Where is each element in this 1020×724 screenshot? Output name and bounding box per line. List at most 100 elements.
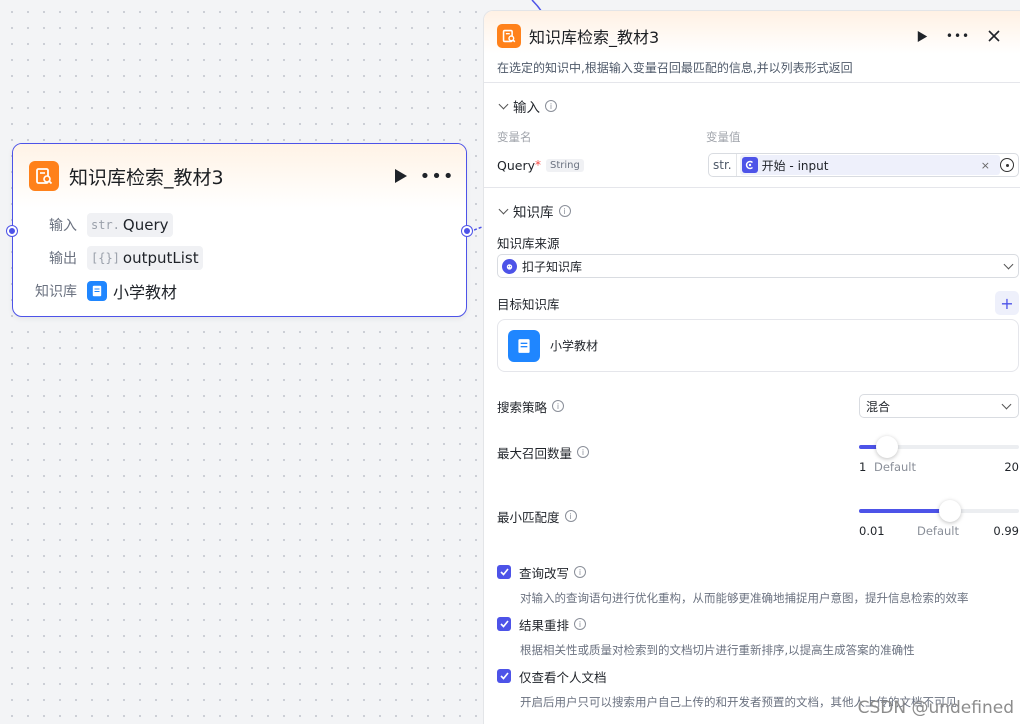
panel-close-button[interactable] (980, 23, 1008, 49)
knowledge-search-icon (29, 161, 59, 191)
param-name-text: Query (497, 157, 535, 173)
required-mark: * (535, 158, 541, 172)
option-label: 仅查看个人文档 (519, 669, 607, 685)
info-icon[interactable]: i (545, 100, 557, 112)
search-strategy-value: 混合 (866, 399, 891, 414)
input-param-row: Query * String str. 开始 - input × (497, 145, 1020, 185)
checkbox-checked-icon[interactable] (497, 617, 511, 631)
node-output-label: 输出 (49, 250, 77, 267)
max-recall-row: 最大召回数量 i 1 Default 20 (497, 430, 1019, 494)
min-match-label: 最小匹配度 (497, 509, 560, 525)
node-kb-value: 小学教材 (113, 282, 178, 302)
play-icon (395, 169, 407, 183)
clear-icon[interactable]: × (981, 159, 990, 172)
search-strategy-row: 搜索策略 i 混合 (497, 382, 1019, 430)
node-title: 知识库检索_教材3 (69, 166, 224, 189)
chevron-down-icon (1003, 259, 1014, 269)
kb-source-value: 扣子知识库 (522, 259, 583, 274)
info-icon[interactable]: i (552, 400, 565, 412)
info-icon[interactable]: i (574, 566, 587, 578)
document-icon (87, 280, 107, 301)
node-input-row: 输入 str. Query (13, 208, 466, 241)
chevron-down-icon[interactable] (498, 204, 509, 214)
kb-source-label: 知识库来源 (497, 235, 560, 251)
slider-max: 0.99 (993, 524, 1019, 538)
node-output-tag: [{}] outputList (87, 245, 203, 270)
target-kb-label: 目标知识库 (497, 296, 560, 312)
checkbox-checked-icon[interactable] (497, 669, 511, 683)
slider-thumb[interactable] (939, 500, 961, 522)
col-var-value: 变量值 (706, 130, 741, 144)
slider-fill (859, 509, 950, 513)
knowledge-section-header[interactable]: 知识库 i (497, 188, 1020, 234)
knowledge-section-title: 知识库 (513, 205, 554, 221)
panel-description: 在选定的知识中,根据输入变量召回最匹配的信息,并以列表形式返回 (497, 61, 853, 75)
target-kb-item[interactable]: 小学教材 (497, 319, 1019, 372)
chevron-down-icon[interactable] (498, 99, 509, 109)
input-section: 输入 i 变量名 变量值 Query * String str. 开始 - in… (484, 83, 1020, 188)
slider-default-label: Default (873, 460, 917, 474)
plus-icon: + (1000, 293, 1014, 313)
option-query-rewrite[interactable]: 查询改写 i (497, 560, 1020, 584)
slider-default-label: Default (916, 524, 960, 538)
more-options-button[interactable]: ••• (420, 163, 454, 189)
knowledge-section: 知识库 i 知识库来源 扣子知识库 目标知识库 + 小学教材 搜索策略 i 混合 (484, 188, 1020, 716)
slider-min: 1 (859, 460, 867, 474)
info-icon[interactable]: i (564, 510, 577, 522)
variable-reference-text: 开始 - input (761, 158, 829, 173)
param-value-field[interactable]: str. 开始 - input × (708, 153, 1019, 177)
node-input-tag: str. Query (87, 212, 173, 237)
watermark: CSDN @undefined (857, 698, 1014, 718)
option-rerank[interactable]: 结果重排 i (497, 612, 1020, 636)
param-type-badge: String (546, 158, 584, 172)
target-kb-name: 小学教材 (550, 339, 599, 353)
input-columns-header: 变量名 变量值 (497, 129, 1020, 145)
add-knowledge-button[interactable]: + (995, 291, 1019, 315)
max-recall-label: 最大召回数量 (497, 445, 573, 461)
panel-title[interactable]: 知识库检索_教材3 (529, 24, 900, 48)
info-icon[interactable]: i (574, 618, 587, 630)
input-port[interactable] (7, 226, 17, 236)
knowledge-search-icon (497, 24, 521, 48)
variable-reference-tag[interactable]: 开始 - input × (739, 155, 1000, 175)
checkbox-checked-icon[interactable] (497, 565, 511, 579)
node-header: 知识库检索_教材3 ••• (13, 144, 466, 208)
variable-picker-icon[interactable] (1000, 158, 1014, 172)
node-config-panel: 知识库检索_教材3 ••• 在选定的知识中,根据输入变量召回最匹配的信息,并以列… (483, 10, 1020, 724)
node-kb-row: 知识库 小学教材 (13, 274, 466, 307)
info-icon[interactable]: i (558, 205, 571, 217)
node-kb-label: 知识库 (35, 283, 77, 300)
retrieval-options: 查询改写 i 对输入的查询语句进行优化重构，从而能够更准确地捕捉用户意图，提升信… (497, 560, 1020, 716)
node-input-label: 输入 (49, 217, 77, 234)
node-output-value: outputList (122, 248, 199, 267)
node-input-value: Query (122, 215, 169, 234)
run-node-button[interactable] (388, 163, 414, 189)
coze-logo-icon (502, 258, 517, 274)
workflow-node-knowledge-retrieval[interactable]: 知识库检索_教材3 ••• 输入 str. Query 输出 [{}] outp… (7, 143, 472, 317)
value-type-selector[interactable]: str. (711, 154, 737, 176)
close-icon (988, 30, 1000, 42)
col-var-name: 变量名 (497, 130, 532, 144)
type-prefix: [{}] (91, 250, 120, 265)
option-personal-docs[interactable]: 仅查看个人文档 (497, 664, 1020, 688)
chevron-down-icon (1001, 399, 1012, 409)
min-match-slider[interactable]: 0.01 Default 0.99 (859, 494, 1019, 558)
panel-more-button[interactable]: ••• (944, 23, 972, 49)
option-description: 根据相关性或质量对检索到的文档切片进行重新排序,以提高生成答案的准确性 (520, 643, 915, 657)
kb-source-select[interactable]: 扣子知识库 (497, 254, 1019, 278)
option-label: 查询改写 (519, 565, 570, 581)
slider-thumb[interactable] (875, 436, 898, 458)
option-description: 对输入的查询语句进行优化重构，从而能够更准确地捕捉用户意图，提升信息检索的效率 (520, 591, 969, 605)
search-strategy-label: 搜索策略 (497, 399, 548, 415)
start-node-icon (741, 157, 758, 173)
node-output-row: 输出 [{}] outputList (13, 241, 466, 274)
info-icon[interactable]: i (577, 446, 590, 458)
output-port[interactable] (462, 226, 472, 236)
ellipsis-icon: ••• (945, 29, 971, 43)
max-recall-slider[interactable]: 1 Default 20 (859, 430, 1019, 494)
option-label: 结果重排 (519, 617, 570, 633)
type-prefix: str. (91, 217, 120, 232)
input-section-header[interactable]: 输入 i (497, 83, 1020, 129)
search-strategy-select[interactable]: 混合 (859, 394, 1019, 418)
panel-run-button[interactable] (908, 23, 936, 49)
